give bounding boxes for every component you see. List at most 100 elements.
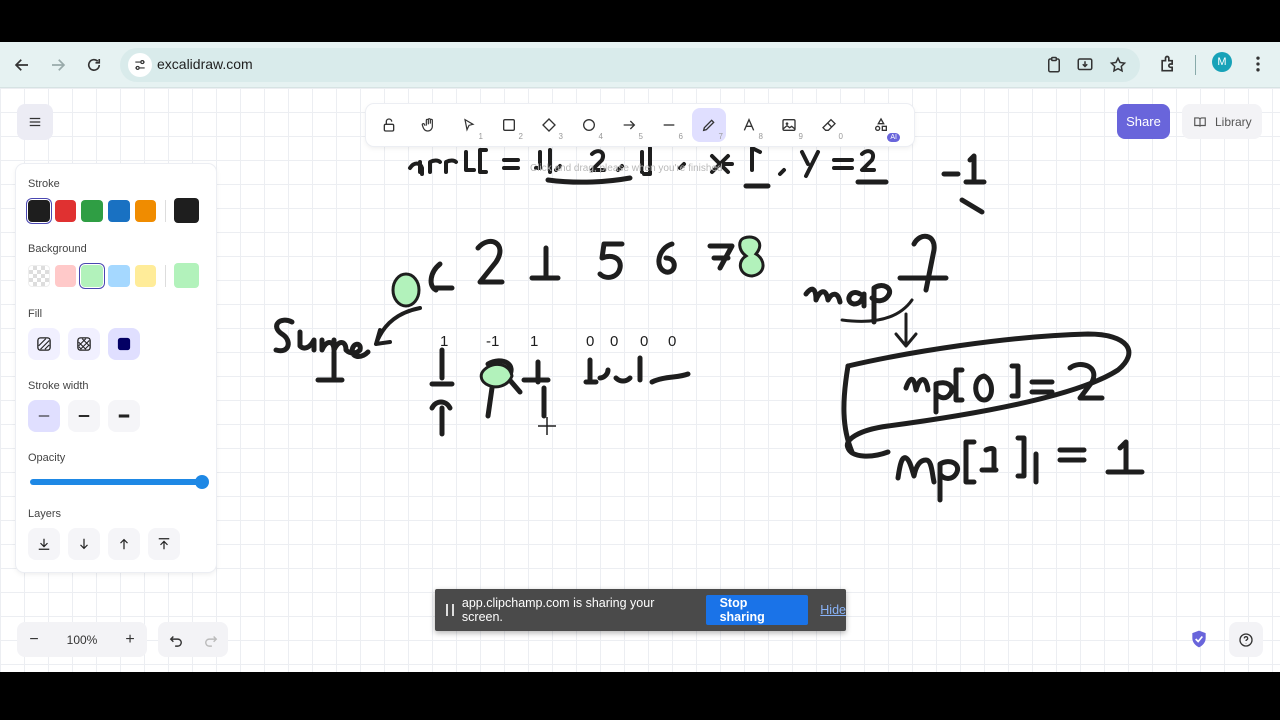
tool-arrow[interactable]: 5: [612, 108, 646, 142]
tool-key: 1: [478, 132, 483, 141]
reload-button[interactable]: [80, 51, 108, 79]
background-swatch-blue[interactable]: [108, 264, 130, 287]
stop-sharing-button[interactable]: Stop sharing: [705, 595, 809, 625]
send-backward-button[interactable]: [68, 528, 100, 560]
background-swatch-yellow[interactable]: [134, 264, 157, 287]
tool-key: 7: [718, 132, 723, 141]
shield-icon[interactable]: [1189, 629, 1209, 649]
hamburger-icon: [29, 117, 41, 127]
background-current-color[interactable]: [174, 263, 199, 288]
tool-more-shapes[interactable]: AI: [864, 108, 900, 142]
tool-lock[interactable]: [372, 108, 406, 142]
fill-cross-hatch-button[interactable]: [68, 328, 100, 360]
stroke-swatch-orange[interactable]: [134, 199, 157, 222]
swatch-divider: [165, 199, 167, 222]
stroke-swatch-blue[interactable]: [108, 199, 130, 222]
zoom-reset-button[interactable]: 100%: [51, 633, 113, 647]
arrow-up-icon: [120, 538, 128, 550]
svg-text:0: 0: [640, 333, 648, 350]
bring-to-front-button[interactable]: [148, 528, 180, 560]
svg-text:0: 0: [668, 333, 676, 350]
tool-key: 9: [798, 132, 803, 141]
background-swatch-green[interactable]: [81, 264, 104, 287]
opacity-thumb[interactable]: [195, 475, 209, 489]
site-info-icon[interactable]: [128, 53, 152, 77]
share-button[interactable]: Share: [1117, 104, 1170, 139]
tool-key: 2: [518, 132, 523, 141]
toolbar-divider: [1195, 55, 1196, 75]
thin-line-icon: [38, 415, 50, 417]
background-swatches: [28, 263, 204, 288]
video-frame: excalidraw.com M 1 -1 1 0 0 0 0 Click an…: [0, 0, 1280, 720]
install-app-icon[interactable]: [1076, 56, 1094, 74]
background-swatch-red[interactable]: [54, 264, 77, 287]
stroke-width-title: Stroke width: [28, 380, 89, 392]
opacity-track: [30, 479, 200, 485]
stroke-swatch-black[interactable]: [28, 199, 50, 222]
tool-image[interactable]: 9: [772, 108, 806, 142]
svg-text:0: 0: [586, 333, 594, 350]
fill-options: [28, 328, 204, 360]
tool-key: 8: [758, 132, 763, 141]
ai-badge: AI: [887, 133, 900, 142]
tool-hand[interactable]: [412, 108, 446, 142]
tool-eraser[interactable]: 0: [812, 108, 846, 142]
help-button[interactable]: [1229, 622, 1263, 657]
tool-selection[interactable]: 1: [452, 108, 486, 142]
text-icon: [743, 118, 755, 131]
rectangle-icon: [503, 119, 515, 131]
zoom-out-button[interactable]: −: [17, 631, 51, 649]
bold-line-icon: [78, 415, 90, 417]
opacity-title: Opacity: [28, 452, 66, 464]
tool-draw[interactable]: 7: [692, 108, 726, 142]
send-to-back-button[interactable]: [28, 528, 60, 560]
zoom-in-button[interactable]: +: [113, 631, 147, 649]
tool-diamond[interactable]: 3: [532, 108, 566, 142]
properties-panel: Stroke Background Fill Stroke width Opac…: [16, 164, 216, 572]
clipboard-icon[interactable]: [1045, 56, 1063, 74]
fill-hachure-button[interactable]: [28, 328, 60, 360]
stroke-swatch-green[interactable]: [81, 199, 104, 222]
tool-text[interactable]: 8: [732, 108, 766, 142]
opacity-slider[interactable]: [28, 472, 209, 492]
undo-icon: [169, 635, 182, 647]
background-swatch-transparent[interactable]: [28, 264, 50, 287]
arrow-icon: [623, 120, 636, 130]
stroke-title: Stroke: [28, 178, 60, 190]
library-button[interactable]: Library: [1182, 104, 1262, 139]
svg-text:-1: -1: [486, 333, 499, 350]
zoom-controls: − 100% +: [17, 622, 147, 657]
bring-to-front-icon: [158, 538, 170, 550]
stroke-swatch-red[interactable]: [54, 199, 77, 222]
stroke-current-color[interactable]: [174, 198, 199, 223]
extensions-icon[interactable]: [1158, 54, 1178, 74]
stroke-thin-button[interactable]: [28, 400, 60, 432]
stroke-bold-button[interactable]: [68, 400, 100, 432]
hide-link[interactable]: Hide: [820, 603, 846, 617]
circle-icon: [583, 119, 595, 131]
bring-forward-button[interactable]: [108, 528, 140, 560]
tool-ellipse[interactable]: 4: [572, 108, 606, 142]
bookmark-star-icon[interactable]: [1109, 56, 1127, 74]
cross-hatch-icon: [77, 337, 91, 351]
forward-button[interactable]: [44, 51, 72, 79]
main-menu-button[interactable]: [17, 104, 53, 140]
stroke-extra-bold-button[interactable]: [108, 400, 140, 432]
excalidraw-canvas[interactable]: 1 -1 1 0 0 0 0 Click and drag, please wh…: [0, 88, 1280, 672]
redo-button[interactable]: [193, 633, 228, 647]
line-icon: [663, 124, 675, 126]
address-bar[interactable]: excalidraw.com: [120, 48, 1140, 82]
tool-key: 3: [558, 132, 563, 141]
extra-bold-line-icon: [118, 414, 130, 418]
drag-handle[interactable]: [446, 604, 454, 616]
fill-solid-button[interactable]: [108, 328, 140, 360]
url-text[interactable]: excalidraw.com: [157, 56, 253, 72]
back-button[interactable]: [8, 51, 36, 79]
tool-line[interactable]: 6: [652, 108, 686, 142]
hachure-icon: [37, 337, 51, 351]
solid-fill-icon: [117, 337, 131, 351]
profile-avatar[interactable]: M: [1212, 52, 1232, 72]
undo-button[interactable]: [158, 633, 193, 647]
kebab-menu-icon[interactable]: [1248, 54, 1268, 74]
tool-rectangle[interactable]: 2: [492, 108, 526, 142]
